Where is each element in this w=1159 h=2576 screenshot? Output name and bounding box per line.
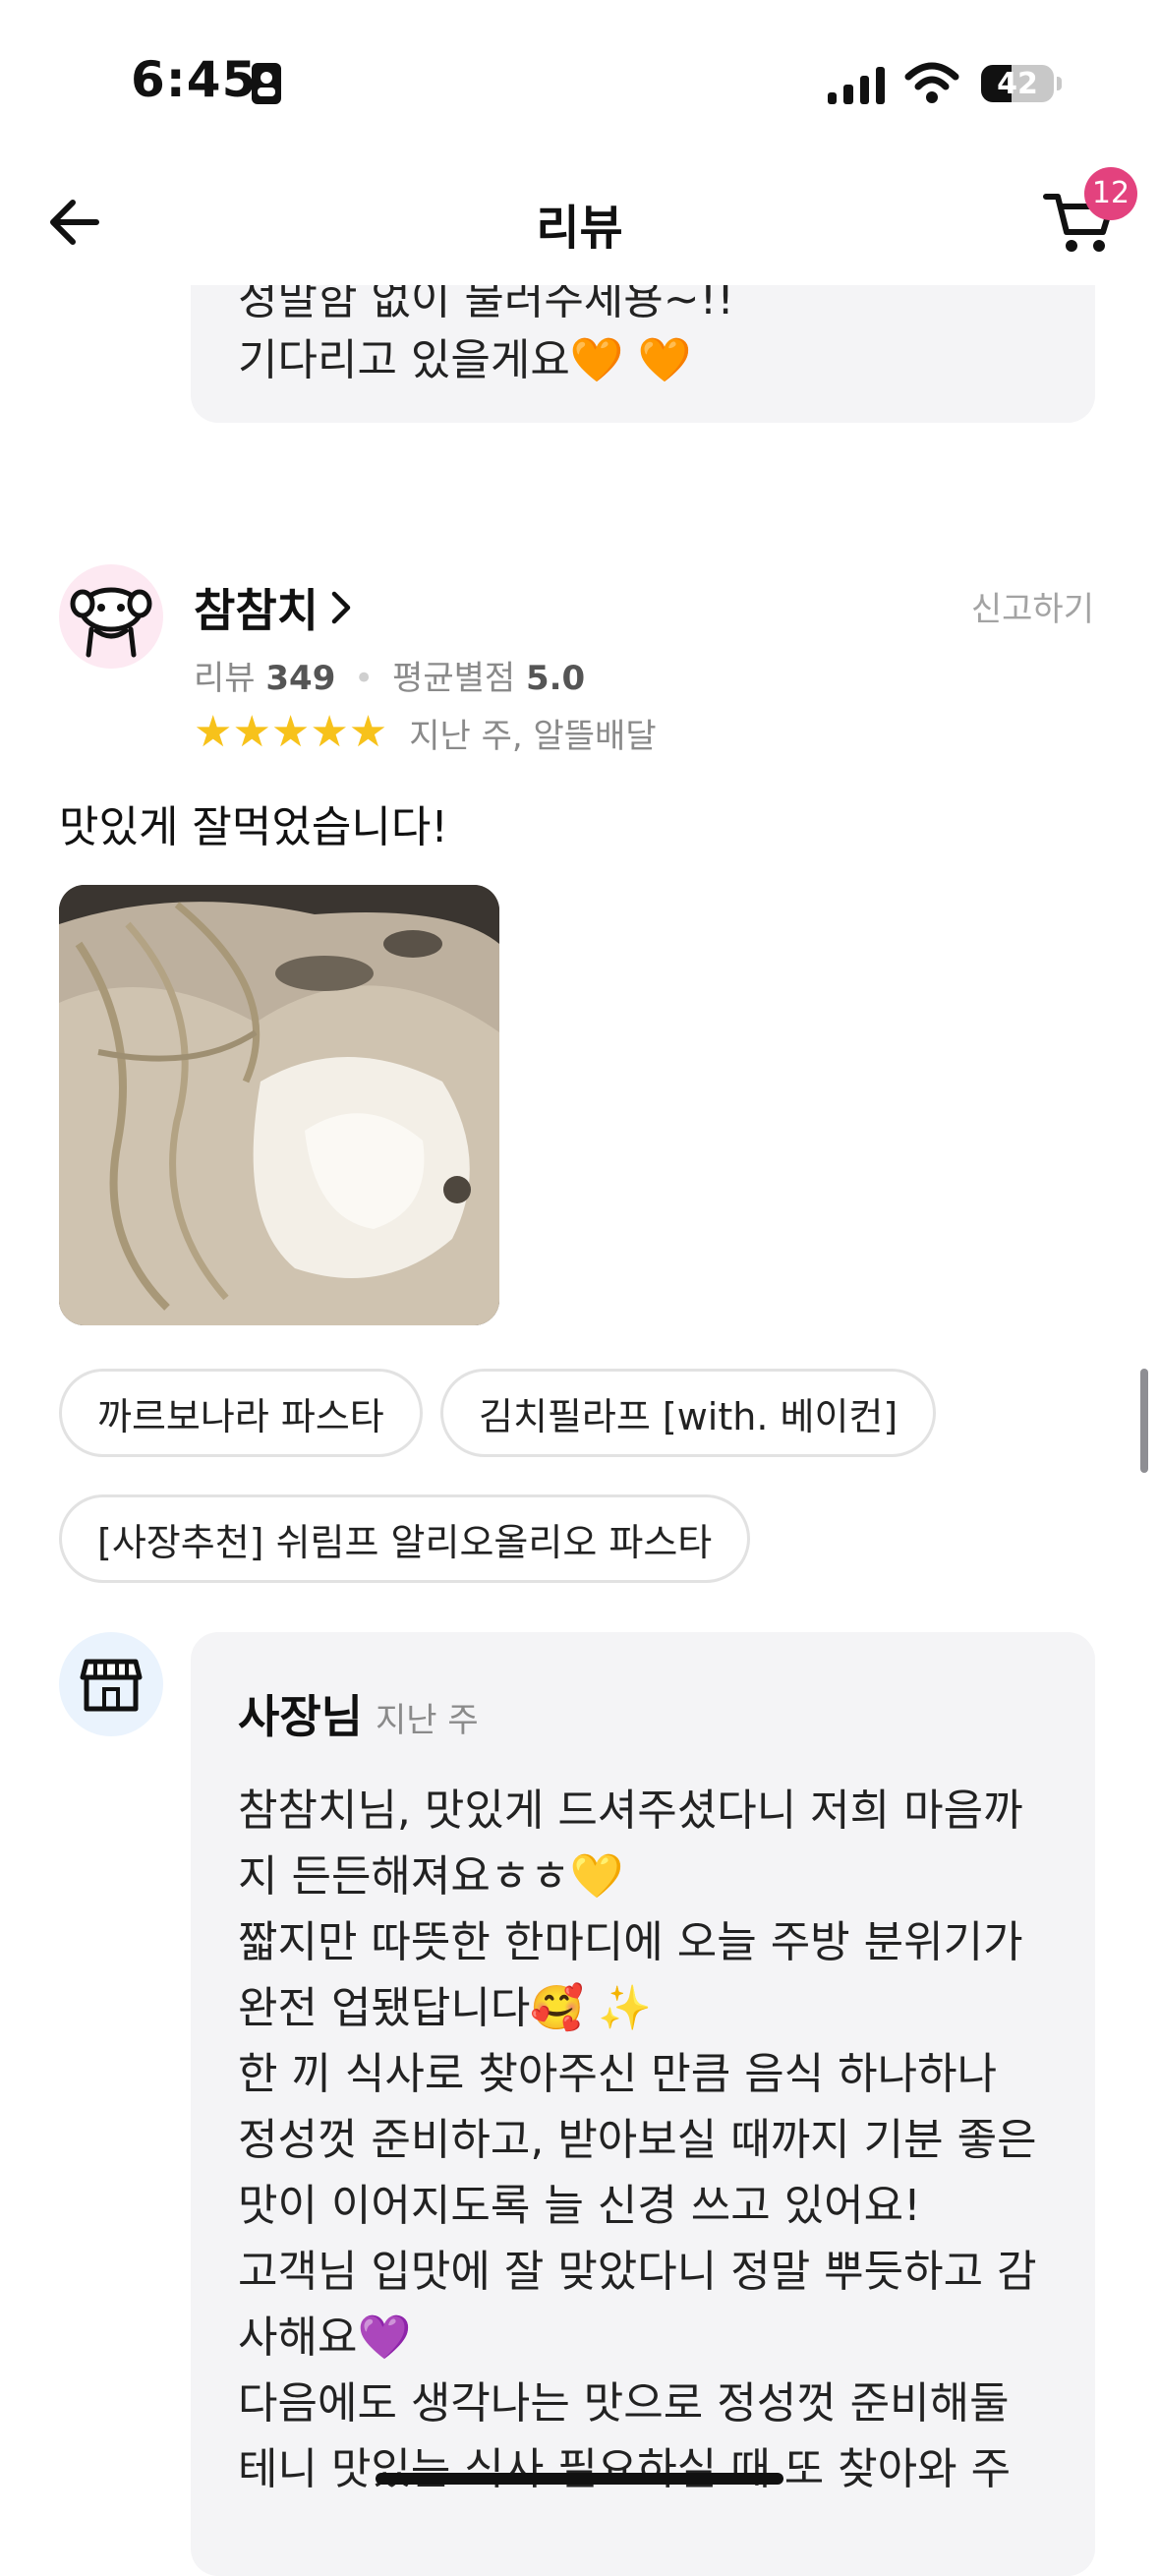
reviewer-stats: 리뷰 349 • 평균별점 5.0	[194, 659, 586, 698]
avg-rating-label: 평균별점	[392, 659, 516, 698]
rating-row: ★★★★★ 지난 주, 알뜰배달	[194, 708, 657, 757]
owner-reply-time: 지난 주	[376, 1701, 479, 1740]
review-text: 맛있게 잘먹었습니다!	[59, 802, 448, 852]
wifi-icon	[904, 61, 959, 108]
star-icon: ★★★★★	[194, 707, 388, 757]
reply-line: 한 끼 식사로 찾아주신 만큼 음식 하나하나	[238, 2049, 998, 2099]
owner-name: 사장님	[238, 1690, 363, 1743]
reply-line: 완전 업됐답니다🥰 ✨	[238, 1983, 652, 2033]
reply-line: 지 든든해져요ㅎㅎ💛	[238, 1851, 624, 1902]
battery-icon: 42	[981, 65, 1054, 102]
review-sub-info: 지난 주, 알뜰배달	[409, 716, 657, 756]
reply-line: 참참치님, 맛있게 드셔주셨다니 저희 마음까	[238, 1786, 1023, 1836]
signal-icon	[828, 65, 885, 104]
reply-line: 정성껏 준비하고, 받아보실 때까지 기분 좋은	[238, 2115, 1037, 2165]
battery-level: 42	[997, 67, 1038, 101]
reply-line: 맛이 이어지도록 늘 신경 쓰고 있어요!	[238, 2181, 921, 2231]
reviewer-name: 참참치	[194, 584, 319, 637]
reply-line: 테니 맛있는 식사 필요하실 때 또 찾아와 주	[238, 2444, 1012, 2494]
home-indicator[interactable]	[376, 2473, 783, 2485]
avatar[interactable]	[59, 564, 163, 669]
menu-tag-chip[interactable]: 까르보나라 파스타	[59, 1369, 423, 1457]
page-title: 리뷰	[536, 201, 623, 256]
chevron-right-icon	[331, 591, 351, 624]
review-count: 349	[265, 659, 336, 698]
reply-line: 사해요💜	[238, 2313, 412, 2363]
menu-tag-chip[interactable]: [사장추천] 쉬림프 알리오올리오 파스타	[59, 1494, 751, 1583]
report-button[interactable]: 신고하기	[971, 582, 1094, 630]
previous-reply-clip: 정말함 없이 불러주세용~!! 기다리고 있을게요🧡 🧡	[0, 285, 1159, 442]
owner-reply-text: 참참치님, 맛있게 드셔주셨다니 저희 마음까 지 든든해져요ㅎㅎ💛 짧지만 따…	[238, 1778, 1054, 2502]
avg-rating: 5.0	[525, 659, 586, 698]
battery-tip	[1057, 77, 1062, 90]
previous-reply-last-line: 기다리고 있을게요🧡 🧡	[238, 335, 692, 385]
previous-reply-partial-line: 정말함 없이 불러주세용~!!	[238, 285, 734, 324]
scrollbar[interactable]	[1140, 1369, 1148, 1473]
store-avatar	[59, 1632, 163, 1736]
reply-line: 짧지만 따뜻한 한마디에 오늘 주방 분위기가	[238, 1917, 1023, 1967]
review-label: 리뷰	[194, 659, 256, 698]
store-icon	[80, 1659, 143, 1712]
contact-card-icon	[252, 63, 281, 104]
menu-tag-chip[interactable]: 김치필라프 [with. 베이컨]	[440, 1369, 937, 1457]
reply-line: 고객님 입맛에 잘 맞았다니 정말 뿌듯하고 감	[238, 2247, 1037, 2297]
status-time: 6:45	[131, 51, 258, 108]
reply-line: 다음에도 생각나는 맛으로 정성껏 준비해둘	[238, 2378, 1010, 2429]
review-photo[interactable]	[59, 885, 499, 1325]
cart-count-badge: 12	[1084, 167, 1137, 220]
reviewer-name-link[interactable]: 참참치	[194, 575, 352, 640]
